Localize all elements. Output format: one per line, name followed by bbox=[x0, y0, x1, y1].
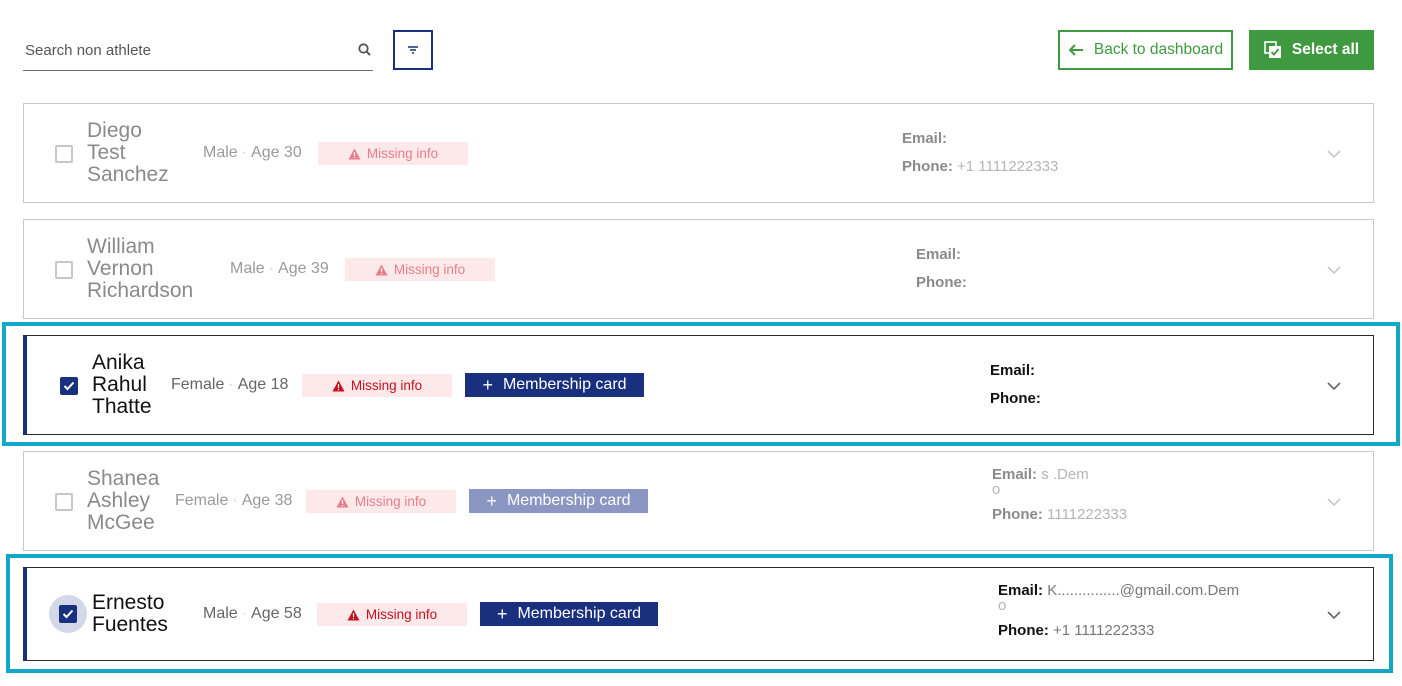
missing-info-badge[interactable]: Missing info bbox=[345, 258, 495, 281]
arrow-left-icon bbox=[1068, 44, 1083, 56]
contact-info: Email: K...............@gmail.com.Dem o … bbox=[998, 582, 1240, 639]
warning-icon bbox=[332, 380, 345, 391]
missing-info-badge[interactable]: Missing info bbox=[318, 142, 468, 165]
membership-card-button[interactable]: + Membership card bbox=[469, 489, 648, 513]
warning-icon bbox=[375, 264, 388, 275]
person-name: William Vernon Richardson bbox=[87, 235, 194, 302]
person-card[interactable]: Diego Test Sanchez Male · Age 30 Missing inf… bbox=[23, 103, 1374, 203]
person-name: Diego Test Sanchez bbox=[87, 119, 169, 186]
row-checkbox[interactable] bbox=[55, 493, 73, 511]
person-card[interactable]: Shanea Ashley McGee Female · Age 38 Missing … bbox=[23, 451, 1374, 551]
membership-card-button[interactable]: + Membership card bbox=[465, 373, 644, 397]
chevron-down-icon[interactable] bbox=[1326, 149, 1342, 159]
search-icon[interactable] bbox=[357, 42, 373, 58]
person-meta: Male · Age 58 bbox=[203, 605, 302, 622]
missing-info-badge[interactable]: Missing info bbox=[302, 374, 452, 397]
plus-icon: + bbox=[482, 375, 493, 395]
chevron-down-icon[interactable] bbox=[1326, 381, 1342, 391]
person-meta: Male · Age 30 bbox=[203, 144, 302, 161]
chevron-down-icon[interactable] bbox=[1326, 497, 1342, 507]
select-all-icon bbox=[1264, 41, 1281, 58]
search-input[interactable] bbox=[23, 38, 343, 62]
person-name: Ernesto Fuentes bbox=[92, 591, 168, 636]
contact-info: Email: s .Dem o Phone: 1111222333 bbox=[992, 466, 1128, 523]
person-meta: Female · Age 18 bbox=[171, 376, 289, 393]
person-card[interactable]: Anika Rahul Thatte Female · Age 18 Missing i… bbox=[23, 335, 1374, 435]
contact-info: Email: Phone: +1 1111222333 bbox=[902, 130, 1059, 175]
filter-icon bbox=[408, 46, 418, 54]
checkmark-icon bbox=[63, 381, 75, 391]
person-card[interactable]: Ernesto Fuentes Male · Age 58 Missing info … bbox=[23, 567, 1374, 661]
plus-icon: + bbox=[486, 491, 497, 511]
contact-info: Email: Phone: bbox=[990, 362, 1041, 407]
contact-info: Email: Phone: bbox=[916, 246, 967, 291]
row-checkbox[interactable] bbox=[59, 605, 77, 623]
row-checkbox[interactable] bbox=[60, 377, 78, 395]
missing-info-badge[interactable]: Missing info bbox=[306, 490, 456, 513]
person-name: Anika Rahul Thatte bbox=[92, 351, 152, 418]
checkmark-icon bbox=[62, 609, 74, 619]
person-meta: Male · Age 39 bbox=[230, 260, 329, 277]
search-field[interactable] bbox=[23, 30, 373, 71]
person-meta: Female · Age 38 bbox=[175, 492, 293, 509]
warning-icon bbox=[347, 609, 360, 620]
missing-info-badge[interactable]: Missing info bbox=[317, 603, 467, 626]
person-name: Shanea Ashley McGee bbox=[87, 467, 160, 534]
plus-icon: + bbox=[496, 604, 508, 624]
membership-card-button[interactable]: + Membership card bbox=[480, 602, 658, 626]
warning-icon bbox=[348, 148, 361, 159]
back-to-dashboard-button[interactable]: Back to dashboard bbox=[1058, 30, 1233, 70]
row-checkbox[interactable] bbox=[55, 261, 73, 279]
chevron-down-icon[interactable] bbox=[1326, 265, 1342, 275]
row-checkbox[interactable] bbox=[55, 145, 73, 163]
select-all-button[interactable]: Select all bbox=[1249, 30, 1374, 70]
filter-button[interactable] bbox=[393, 30, 433, 70]
warning-icon bbox=[336, 496, 349, 507]
chevron-down-icon[interactable] bbox=[1326, 610, 1342, 620]
select-all-label: Select all bbox=[1291, 41, 1360, 58]
back-to-dashboard-label: Back to dashboard bbox=[1093, 41, 1224, 58]
person-card[interactable]: William Vernon Richardson Male · Age 39 Miss… bbox=[23, 219, 1374, 319]
